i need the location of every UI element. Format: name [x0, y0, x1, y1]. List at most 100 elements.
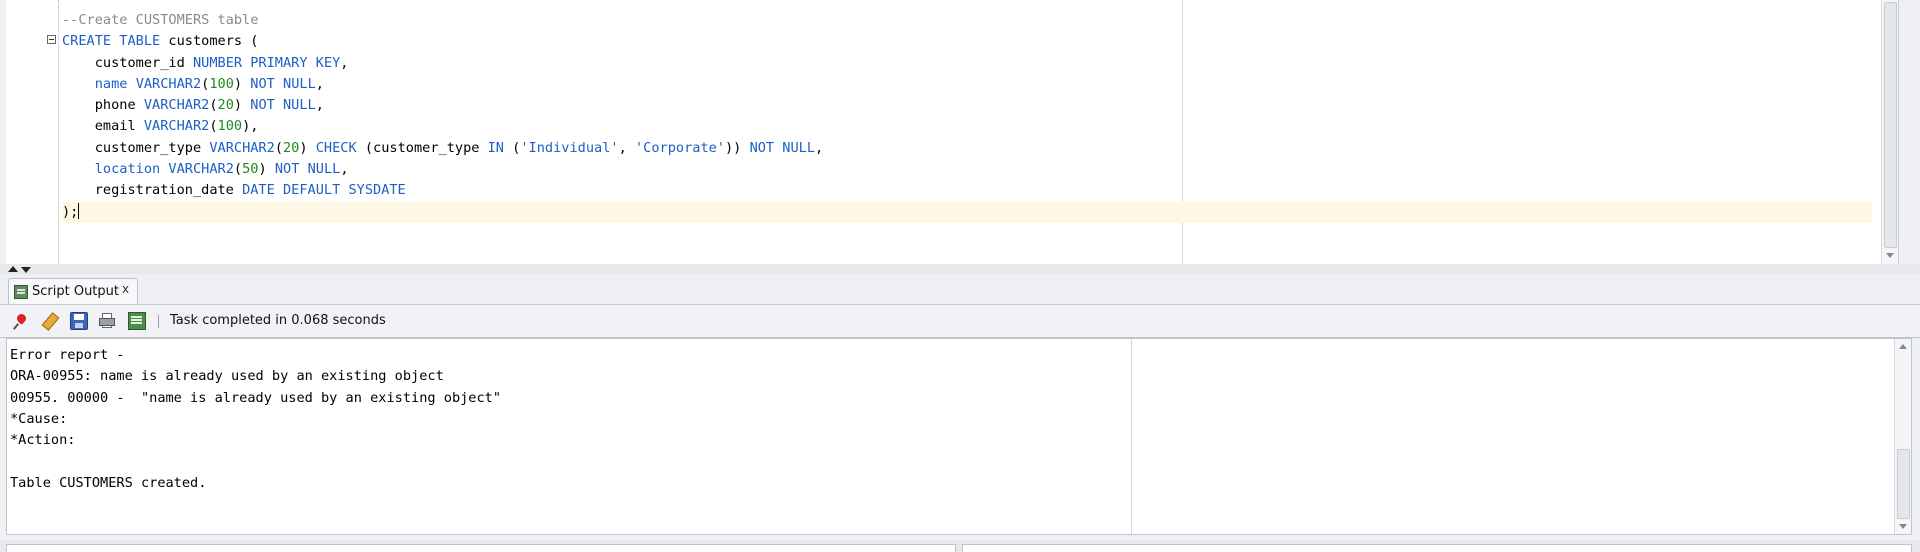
code-token: (customer_type	[356, 139, 488, 156]
code-token: registration_date	[62, 182, 243, 199]
text-caret	[78, 202, 80, 219]
code-line[interactable]: );	[62, 201, 1872, 223]
scroll-up-icon[interactable]	[1899, 344, 1907, 349]
output-line: ORA-00955: name is already used by an ex…	[10, 368, 444, 385]
code-token: (	[209, 97, 218, 114]
output-line: *Action:	[10, 432, 76, 449]
code-token: (	[504, 139, 521, 156]
output-line: 00955. 00000 - "name is already used by …	[10, 389, 502, 406]
script-output-area[interactable]: Error report - ORA-00955: name is already…	[6, 338, 1912, 535]
sql-editor[interactable]: --Create CUSTOMERS table CREATE TABLE cus…	[6, 0, 1899, 265]
code-token: customers (	[160, 33, 259, 50]
code-line[interactable]: location VARCHAR2(50) NOT NULL,	[62, 159, 1872, 180]
output-vertical-scrollbar[interactable]	[1894, 339, 1911, 534]
code-token: VARCHAR2	[143, 118, 210, 135]
code-token: 'Individual'	[520, 139, 619, 156]
code-token: VARCHAR2	[135, 75, 202, 92]
scroll-down-icon[interactable]	[1886, 253, 1894, 258]
code-token: VARCHAR2	[143, 97, 210, 114]
code-token: VARCHAR2	[209, 139, 275, 156]
scrollbar-thumb[interactable]	[1884, 2, 1897, 248]
output-margin-line	[1131, 339, 1132, 534]
task-status-text: Task completed in 0.068 seconds	[170, 313, 386, 328]
scrollbar-thumb[interactable]	[1897, 449, 1910, 519]
code-token: NOT NULL	[749, 139, 816, 156]
code-line[interactable]: --Create CUSTOMERS table	[62, 10, 1872, 31]
tab-label: Script Output	[32, 284, 119, 299]
code-line[interactable]: name VARCHAR2(100) NOT NULL,	[62, 74, 1872, 95]
code-token: CREATE TABLE	[62, 33, 161, 50]
code-token: --Create CUSTOMERS table	[62, 12, 259, 28]
code-token: DATE DEFAULT SYSDATE	[242, 182, 406, 199]
output-line: Error report -	[10, 347, 125, 363]
script-output-icon	[14, 285, 28, 299]
bottom-panels	[0, 540, 1920, 552]
editor-vertical-scrollbar[interactable]	[1881, 0, 1898, 264]
code-token: (	[274, 139, 283, 156]
code-token: ,	[340, 54, 349, 71]
output-tab-bar: Script Output x	[0, 274, 1920, 305]
eraser-icon[interactable]	[41, 312, 59, 330]
code-token: 20	[283, 139, 300, 156]
code-token: 'Corporate'	[634, 139, 725, 156]
code-token: NOT NULL	[250, 97, 316, 114]
print-icon[interactable]	[98, 312, 116, 330]
code-token: )	[233, 75, 251, 92]
pin-icon[interactable]	[13, 312, 31, 330]
code-token: NUMBER PRIMARY KEY	[192, 54, 341, 71]
close-icon[interactable]: x	[122, 282, 129, 296]
code-line[interactable]: registration_date DATE DEFAULT SYSDATE	[62, 180, 1872, 201]
code-token: 100	[209, 75, 234, 92]
panel-splitter[interactable]	[0, 264, 1920, 274]
output-toolbar: Task completed in 0.068 seconds	[0, 305, 1920, 338]
script-output-run-icon[interactable]	[128, 312, 146, 330]
minimize-down-icon[interactable]	[21, 267, 31, 273]
collapse-icon[interactable]	[47, 35, 56, 44]
code-token: CHECK	[315, 139, 357, 156]
code-token: ,	[315, 97, 324, 114]
code-token: customer_id	[62, 54, 193, 71]
code-token: location	[94, 161, 161, 178]
code-token: ),	[242, 118, 259, 135]
save-icon[interactable]	[70, 312, 88, 330]
code-token: ,	[340, 161, 349, 178]
code-token: ,	[618, 139, 635, 156]
code-token: ,	[815, 139, 824, 156]
code-area[interactable]: --Create CUSTOMERS table CREATE TABLE cus…	[62, 10, 1872, 223]
code-token: );	[62, 203, 79, 220]
code-token: phone	[62, 97, 144, 114]
code-line[interactable]: CREATE TABLE customers (	[62, 31, 1872, 52]
code-token: IN	[487, 139, 504, 156]
code-token: VARCHAR2	[168, 161, 234, 178]
bottom-panel-right[interactable]	[962, 544, 1912, 552]
scroll-down-icon[interactable]	[1899, 524, 1907, 529]
code-token: NOT NULL	[274, 161, 341, 178]
code-token: ,	[315, 75, 324, 92]
tab-script-output[interactable]: Script Output x	[8, 278, 138, 304]
code-token: )	[233, 97, 251, 114]
output-line: Table CUSTOMERS created.	[10, 474, 207, 491]
code-token: customer_type	[62, 139, 210, 156]
output-text: Error report - ORA-00955: name is already…	[10, 345, 501, 494]
code-token: name	[94, 75, 128, 92]
fold-guide	[58, 0, 59, 264]
bottom-panel-left[interactable]	[6, 544, 956, 552]
code-token: 50	[242, 161, 259, 178]
code-line[interactable]: email VARCHAR2(100),	[62, 116, 1872, 137]
code-line[interactable]: customer_type VARCHAR2(20) CHECK (custom…	[62, 138, 1872, 159]
maximize-up-icon[interactable]	[8, 266, 18, 272]
toolbar-separator	[158, 315, 159, 328]
output-line: *Cause:	[10, 410, 68, 427]
editor-gutter	[6, 0, 59, 264]
code-token: )	[299, 139, 316, 156]
code-token: email	[62, 118, 144, 135]
code-token: (	[209, 118, 218, 135]
code-line[interactable]: phone VARCHAR2(20) NOT NULL,	[62, 95, 1872, 116]
code-token: )	[258, 161, 275, 178]
code-line[interactable]: customer_id NUMBER PRIMARY KEY,	[62, 53, 1872, 74]
code-token: (	[233, 161, 243, 178]
